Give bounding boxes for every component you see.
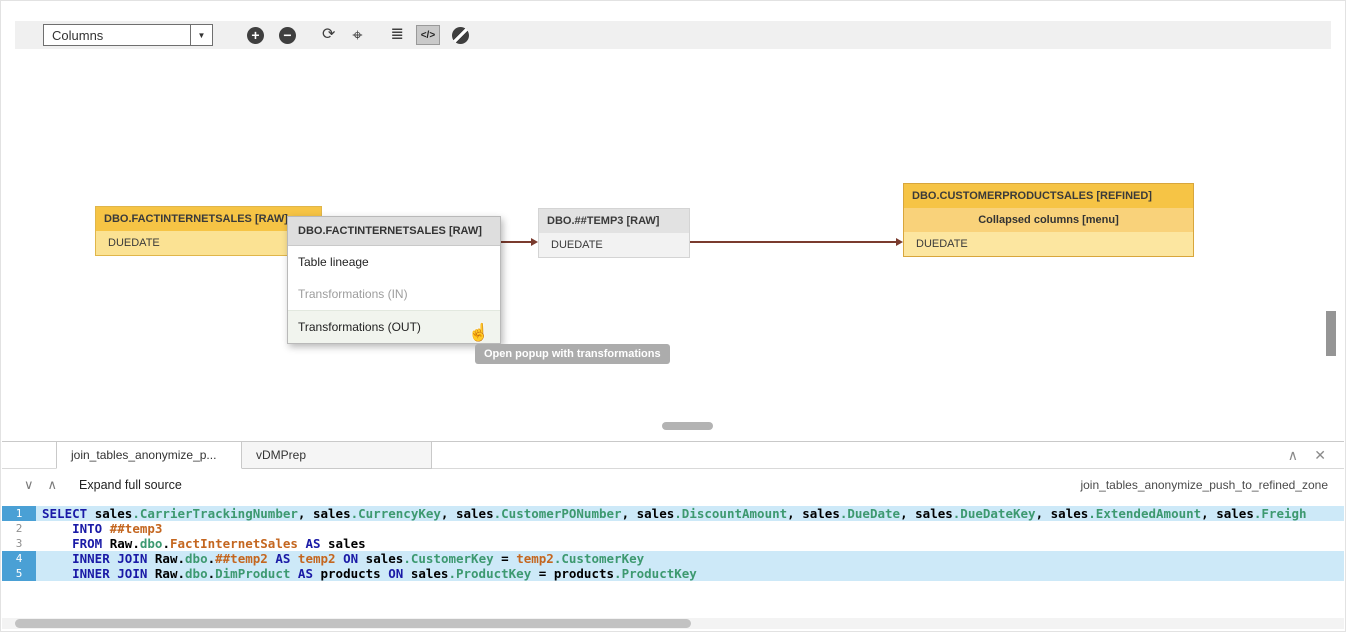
code-text: FROM Raw.dbo.FactInternetSales AS sales <box>36 536 1344 551</box>
hand-cursor-icon: ☝ <box>468 323 489 343</box>
columns-dropdown[interactable]: Columns ▼ <box>43 24 213 46</box>
menu-item-table-lineage[interactable]: Table lineage <box>288 246 500 278</box>
chevron-down-icon[interactable]: ∨ <box>24 477 34 493</box>
node-column-duedate[interactable]: DUEDATE <box>904 232 1193 256</box>
source-bar: ∨ ∧ Expand full source join_tables_anony… <box>2 469 1344 501</box>
tab-label: join_tables_anonymize_p... <box>71 448 216 462</box>
code-text: INNER JOIN Raw.dbo.DimProduct AS product… <box>36 566 1344 581</box>
expand-full-source-link[interactable]: Expand full source <box>79 478 182 492</box>
line-number: 4 <box>2 551 36 566</box>
zoom-out-icon[interactable]: − <box>279 27 296 44</box>
source-script-name: join_tables_anonymize_push_to_refined_zo… <box>1080 478 1328 492</box>
code-view-icon[interactable]: </> <box>416 25 440 45</box>
zoom-in-icon[interactable]: + <box>247 27 264 44</box>
panel-collapse-icon[interactable]: ∧ <box>1288 447 1298 464</box>
code-text: INTO ##temp3 <box>36 521 1344 536</box>
code-text: INNER JOIN Raw.dbo.##temp2 AS temp2 ON s… <box>36 551 1344 566</box>
panel-close-icon[interactable]: ✕ <box>1314 447 1326 464</box>
line-number: 2 <box>2 521 36 536</box>
node-title[interactable]: DBO.CUSTOMERPRODUCTSALES [REFINED] <box>904 184 1193 208</box>
sql-horizontal-scrollbar[interactable] <box>2 618 1344 629</box>
lineage-app: Columns ▼ + − ⟳ ⌖ ≣ </> DBO.FACTINTERNET… <box>0 0 1346 632</box>
sql-panel-tabbar: join_tables_anonymize_p... vDMPrep ∧ ✕ <box>2 442 1344 469</box>
context-menu-title: DBO.FACTINTERNETSALES [RAW] <box>288 217 500 246</box>
list-view-icon[interactable]: ≣ <box>391 27 404 43</box>
contrast-toggle-icon[interactable] <box>452 27 469 44</box>
lineage-canvas[interactable]: DBO.FACTINTERNETSALES [RAW] DUEDATE DBO.… <box>2 49 1344 440</box>
menu-item-transformations-in: Transformations (IN) <box>288 278 500 310</box>
node-column-duedate[interactable]: DUEDATE <box>539 233 689 257</box>
tab-vdmprep[interactable]: vDMPrep <box>241 442 432 469</box>
line-number: 5 <box>2 566 36 581</box>
sql-horizontal-scrollbar-thumb[interactable] <box>15 619 691 628</box>
horizontal-scrollbar-thumb[interactable] <box>662 422 713 430</box>
code-line[interactable]: 1SELECT sales.CarrierTrackingNumber, sal… <box>2 506 1344 521</box>
code-line[interactable]: 3 FROM Raw.dbo.FactInternetSales AS sale… <box>2 536 1344 551</box>
fit-to-screen-icon[interactable]: ⌖ <box>352 26 362 44</box>
node-title[interactable]: DBO.##TEMP3 [RAW] <box>539 209 689 233</box>
code-lines: 1SELECT sales.CarrierTrackingNumber, sal… <box>2 506 1344 581</box>
line-number: 3 <box>2 536 36 551</box>
code-line[interactable]: 5 INNER JOIN Raw.dbo.DimProduct AS produ… <box>2 566 1344 581</box>
chevron-up-icon[interactable]: ∧ <box>48 477 58 493</box>
refresh-icon[interactable]: ⟳ <box>322 27 335 43</box>
node-customerproductsales[interactable]: DBO.CUSTOMERPRODUCTSALES [REFINED] Colla… <box>903 183 1194 257</box>
node-temp3[interactable]: DBO.##TEMP3 [RAW] DUEDATE <box>538 208 690 258</box>
line-number: 1 <box>2 506 36 521</box>
vertical-scrollbar-thumb[interactable] <box>1326 311 1336 356</box>
lineage-edge-temp3-to-customer <box>690 241 897 243</box>
code-line[interactable]: 4 INNER JOIN Raw.dbo.##temp2 AS temp2 ON… <box>2 551 1344 566</box>
tab-join-tables-anonymize[interactable]: join_tables_anonymize_p... <box>56 442 242 469</box>
sql-panel: join_tables_anonymize_p... vDMPrep ∧ ✕ ∨… <box>2 441 1344 630</box>
chevron-down-icon: ▼ <box>190 25 212 45</box>
tooltip-open-popup: Open popup with transformations <box>475 344 670 364</box>
code-line[interactable]: 2 INTO ##temp3 <box>2 521 1344 536</box>
collapsed-columns-menu[interactable]: Collapsed columns [menu] <box>904 208 1193 232</box>
columns-dropdown-value: Columns <box>44 28 190 43</box>
diagram-toolbar: Columns ▼ + − ⟳ ⌖ ≣ </> <box>15 21 1331 49</box>
tab-label: vDMPrep <box>256 448 306 462</box>
code-text: SELECT sales.CarrierTrackingNumber, sale… <box>36 506 1344 521</box>
